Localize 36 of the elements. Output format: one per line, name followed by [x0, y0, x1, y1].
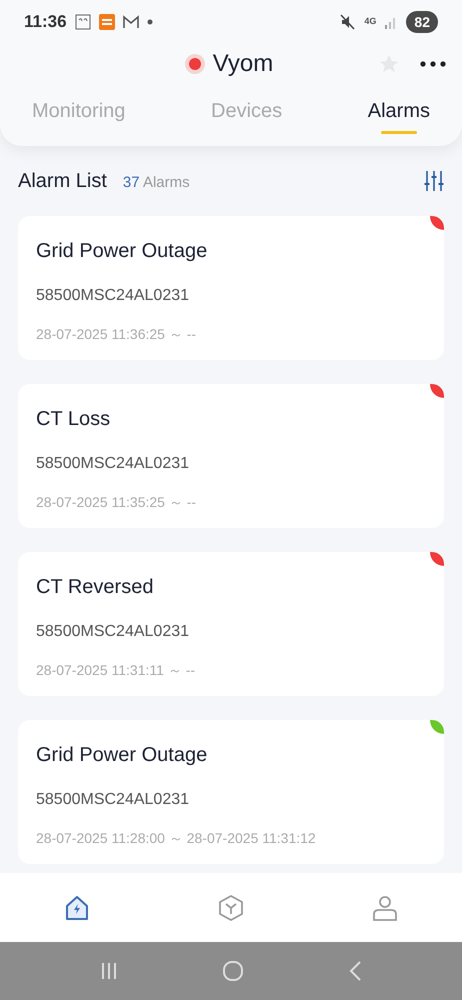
user-icon: [371, 894, 399, 922]
more-button[interactable]: [420, 61, 446, 67]
mute-icon: [340, 14, 356, 30]
battery-indicator: 82: [406, 11, 438, 33]
sliders-icon: [424, 170, 444, 192]
alarm-time: 28-07-2025 11:31:11 ～ --: [36, 661, 196, 680]
alarm-time: 28-07-2025 11:28:00 ～ 28-07-2025 11:31:12: [36, 829, 317, 848]
app-icon: [98, 14, 115, 30]
alarm-card[interactable]: Grid Power Outage 58500MSC24AL0231 28-07-2025 11:28:00 ～ 28-07-2025 11:31:12: [18, 720, 444, 864]
device-serial: 58500MSC24AL0231: [36, 454, 190, 474]
mail-icon: [122, 15, 139, 29]
alarm-title: CT Reversed: [36, 575, 154, 600]
alarm-title: Grid Power Outage: [36, 743, 208, 768]
notification-icon: [74, 14, 91, 30]
more-icon: [420, 61, 446, 67]
device-title: Vyom: [212, 49, 274, 79]
list-title: Alarm List: [18, 169, 107, 194]
device-serial: 58500MSC24AL0231: [36, 286, 190, 306]
alarm-time: 28-07-2025 11:35:25 ～ --: [36, 493, 198, 512]
alarm-count: 37 Alarms: [122, 173, 190, 193]
device-serial: 58500MSC24AL0231: [36, 790, 190, 810]
alarm-card[interactable]: Grid Power Outage 58500MSC24AL0231 28-07-2025 11:36:25 ～ --: [18, 216, 444, 360]
alarm-card[interactable]: CT Loss 58500MSC24AL0231 28-07-2025 11:35:25 ～ --: [18, 384, 444, 528]
status-time: 11:36: [24, 11, 67, 34]
cube-icon: [217, 894, 245, 922]
network-label: 4G: [364, 15, 376, 28]
dot-icon: [146, 19, 153, 25]
house-bolt-icon: [63, 894, 91, 922]
recent-apps-icon: [100, 962, 118, 980]
filter-button[interactable]: [424, 170, 444, 192]
alarm-time: 28-07-2025 11:36:25 ～ --: [36, 325, 198, 344]
device-serial: 58500MSC24AL0231: [36, 622, 190, 642]
alarm-title: CT Loss: [36, 407, 112, 432]
alarm-card[interactable]: CT Reversed 58500MSC24AL0231 28-07-2025 11:31:11 ～ --: [18, 552, 444, 696]
back-icon: [348, 961, 362, 981]
alarm-title: Grid Power Outage: [36, 239, 208, 264]
